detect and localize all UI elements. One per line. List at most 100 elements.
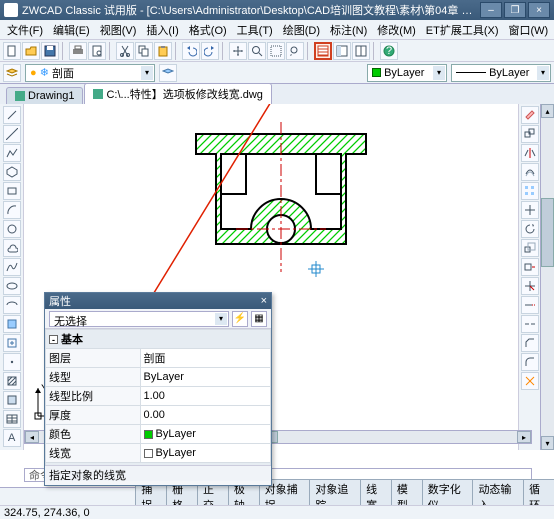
chamfer-icon[interactable] <box>521 334 539 352</box>
prop-ltscale-value[interactable]: 1.00 <box>140 387 271 406</box>
explode-icon[interactable] <box>521 372 539 390</box>
make-block-icon[interactable] <box>3 334 21 352</box>
menu-dim[interactable]: 标注(N) <box>325 20 372 40</box>
copy-obj-icon[interactable] <box>521 125 539 143</box>
cursor-coords: 324.75, 274.36, 0 <box>4 507 90 519</box>
new-icon[interactable] <box>3 42 21 60</box>
dwg-icon <box>15 91 25 101</box>
move-icon[interactable] <box>521 201 539 219</box>
mtext-icon[interactable]: A <box>3 429 21 447</box>
print-icon[interactable] <box>69 42 87 60</box>
region-icon[interactable] <box>3 391 21 409</box>
stretch-icon[interactable] <box>521 258 539 276</box>
prop-layer-value[interactable]: 剖面 <box>140 349 271 368</box>
chevron-down-icon: ▾ <box>141 66 153 80</box>
menu-format[interactable]: 格式(O) <box>184 20 232 40</box>
tab-drawing1[interactable]: Drawing1 <box>6 87 83 104</box>
window-titlebar: ZWCAD Classic 试用版 - [C:\Users\Administra… <box>0 0 554 20</box>
arc-icon[interactable] <box>3 201 21 219</box>
hatch-icon[interactable] <box>3 372 21 390</box>
line-icon[interactable] <box>3 106 21 124</box>
spline-icon[interactable] <box>3 258 21 276</box>
offset-icon[interactable] <box>521 163 539 181</box>
layer-previous-icon[interactable] <box>159 64 177 82</box>
revcloud-icon[interactable] <box>3 239 21 257</box>
trim-icon[interactable] <box>521 277 539 295</box>
ellipse-arc-icon[interactable] <box>3 296 21 314</box>
maximize-button[interactable]: ❐ <box>504 2 526 18</box>
rotate-icon[interactable] <box>521 220 539 238</box>
insert-block-icon[interactable] <box>3 315 21 333</box>
tool-palettes-icon[interactable] <box>352 42 370 60</box>
select-objects-icon[interactable]: ▦ <box>251 311 267 327</box>
mirror-icon[interactable] <box>521 144 539 162</box>
design-center-icon[interactable] <box>333 42 351 60</box>
save-icon[interactable] <box>41 42 59 60</box>
properties-close-button[interactable]: × <box>261 295 267 307</box>
vertical-scrollbar[interactable]: ▴ ▾ <box>540 104 554 450</box>
prop-thickness-value[interactable]: 0.00 <box>140 406 271 425</box>
scroll-left-button[interactable]: ◂ <box>25 431 39 443</box>
selection-combo[interactable]: 无选择 ▾ <box>49 311 229 327</box>
erase-icon[interactable] <box>521 106 539 124</box>
scroll-right-button[interactable]: ▸ <box>517 431 531 443</box>
rectangle-icon[interactable] <box>3 182 21 200</box>
scale-icon[interactable] <box>521 239 539 257</box>
quick-select-icon[interactable]: ⚡ <box>232 311 248 327</box>
properties-icon[interactable] <box>314 42 332 60</box>
zoom-realtime-icon[interactable] <box>248 42 266 60</box>
extend-icon[interactable] <box>521 296 539 314</box>
menu-edit[interactable]: 编辑(E) <box>48 20 95 40</box>
scroll-down-button[interactable]: ▾ <box>541 436 554 450</box>
help-icon[interactable]: ? <box>380 42 398 60</box>
xline-icon[interactable] <box>3 125 21 143</box>
tab-current-dwg[interactable]: C:\...特性】选项板修改线宽.dwg <box>84 83 271 104</box>
menu-draw[interactable]: 绘图(D) <box>278 20 325 40</box>
menu-modify[interactable]: 修改(M) <box>372 20 421 40</box>
scroll-up-button[interactable]: ▴ <box>541 104 554 118</box>
ellipse-icon[interactable] <box>3 277 21 295</box>
prop-color-value[interactable]: ByLayer <box>140 425 271 444</box>
break-icon[interactable] <box>521 315 539 333</box>
minimize-button[interactable]: – <box>480 2 502 18</box>
print-preview-icon[interactable] <box>88 42 106 60</box>
layer-manager-icon[interactable] <box>3 64 21 82</box>
paste-icon[interactable] <box>154 42 172 60</box>
dwg-icon <box>93 89 103 99</box>
menu-tools[interactable]: 工具(T) <box>232 20 278 40</box>
fillet-icon[interactable] <box>521 353 539 371</box>
scroll-thumb[interactable] <box>541 198 554 268</box>
menu-et[interactable]: ET扩展工具(X) <box>421 20 504 40</box>
polygon-icon[interactable] <box>3 163 21 181</box>
cut-icon[interactable] <box>116 42 134 60</box>
status-bar: 捕捉 栅格 正交 极轴 对象捕捉 对象追踪 线宽 模型 数字化仪 动态输入 循环 <box>0 487 554 505</box>
properties-grid[interactable]: -基本 图层剖面 线型ByLayer 线型比例1.00 厚度0.00 颜色ByL… <box>45 329 271 465</box>
circle-icon[interactable] <box>3 220 21 238</box>
document-tabs: Drawing1 C:\...特性】选项板修改线宽.dwg <box>0 84 554 104</box>
svg-text:?: ? <box>386 45 392 57</box>
properties-titlebar[interactable]: 属性 × <box>45 293 271 309</box>
prop-linetype-value[interactable]: ByLayer <box>140 368 271 387</box>
undo-icon[interactable] <box>182 42 200 60</box>
window-title: ZWCAD Classic 试用版 - [C:\Users\Administra… <box>22 2 478 18</box>
pline-icon[interactable] <box>3 144 21 162</box>
menu-file[interactable]: 文件(F) <box>2 20 48 40</box>
color-combo[interactable]: ByLayer ▾ <box>367 64 447 82</box>
menu-insert[interactable]: 插入(I) <box>141 20 183 40</box>
open-icon[interactable] <box>22 42 40 60</box>
array-icon[interactable] <box>521 182 539 200</box>
collapse-icon[interactable]: - <box>49 335 58 344</box>
table-icon[interactable] <box>3 410 21 428</box>
layer-combo[interactable]: ● ❄ 剖面 ▾ <box>25 64 155 82</box>
prop-lineweight-value[interactable]: ByLayer <box>140 444 271 463</box>
close-button[interactable]: × <box>528 2 550 18</box>
redo-icon[interactable] <box>201 42 219 60</box>
zoom-previous-icon[interactable] <box>286 42 304 60</box>
menu-window[interactable]: 窗口(W) <box>504 20 554 40</box>
copy-icon[interactable] <box>135 42 153 60</box>
menu-view[interactable]: 视图(V) <box>95 20 142 40</box>
pan-icon[interactable] <box>229 42 247 60</box>
point-icon[interactable] <box>3 353 21 371</box>
zoom-window-icon[interactable] <box>267 42 285 60</box>
linetype-combo[interactable]: ByLayer ▾ <box>451 64 551 82</box>
